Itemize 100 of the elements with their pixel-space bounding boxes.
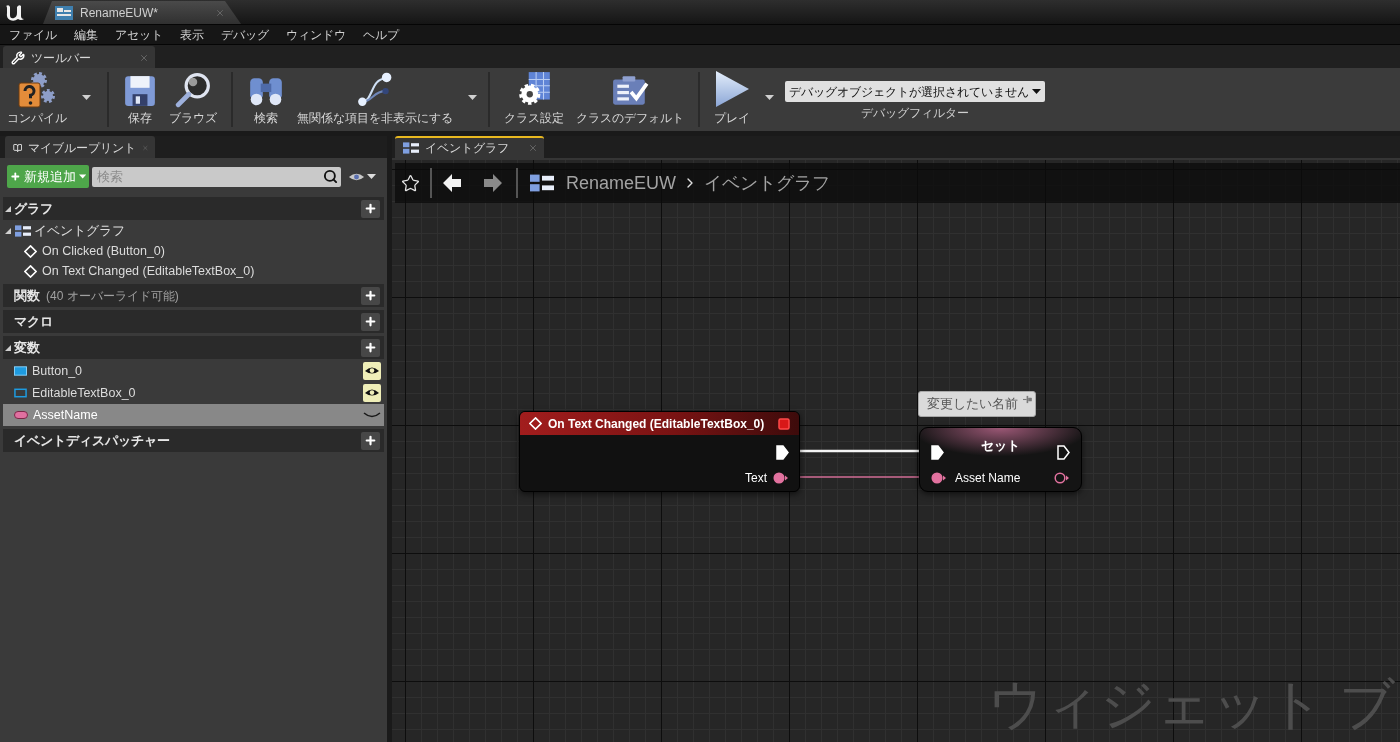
toolbar-button[interactable]: 保存	[118, 68, 162, 131]
eye-icon	[348, 171, 365, 182]
data-pin-icon[interactable]	[1054, 472, 1070, 484]
section-header[interactable]: イベントディスパッチャー	[3, 429, 384, 452]
node-title: セット	[980, 437, 1021, 455]
delegate-pin-icon[interactable]	[778, 417, 790, 430]
section-header[interactable]: マクロ	[3, 310, 384, 333]
breadcrumb-link[interactable]: イベントグラフ	[704, 169, 831, 197]
exec-pin-icon[interactable]	[776, 444, 789, 460]
eye-icon[interactable]	[363, 384, 381, 402]
arrow-right-icon	[484, 173, 502, 193]
arrow-left-icon	[443, 173, 461, 193]
menu-item[interactable]: 編集	[74, 28, 98, 41]
toolbar-button[interactable]: プレイ	[709, 68, 755, 131]
back-button[interactable]	[441, 172, 463, 194]
add-item-button[interactable]	[361, 199, 380, 218]
eye-icon[interactable]	[363, 362, 381, 380]
magnifier-icon	[175, 72, 211, 108]
comment-text: 変更したい名前	[927, 395, 1018, 414]
toolbar-button[interactable]: クラス設定	[499, 68, 569, 131]
set-node[interactable]: セット Asset Name	[919, 427, 1082, 492]
toolbar-button[interactable]: クラスのデフォルト	[571, 68, 689, 131]
expanded-arrow-icon[interactable]	[5, 344, 11, 351]
book-icon	[13, 141, 23, 155]
forward-button[interactable]	[482, 172, 504, 194]
panel-tab[interactable]: ツールバー	[3, 46, 155, 68]
toolbar-button[interactable]: コンパイル	[2, 68, 72, 131]
tree-item[interactable]: On Text Changed (EditableTextBox_0)	[3, 261, 384, 281]
tree-item[interactable]: On Clicked (Button_0)	[3, 241, 384, 261]
pin-label: Text	[745, 470, 767, 487]
pushpin-icon[interactable]	[1023, 395, 1032, 404]
caret-icon	[1032, 89, 1041, 94]
variable-item[interactable]: EditableTextBox_0	[3, 382, 384, 404]
section-header[interactable]: 変数	[3, 336, 384, 359]
outlined-rectangle-icon	[14, 388, 27, 398]
data-pin-icon[interactable]	[931, 472, 947, 484]
menu-item[interactable]: 表示	[180, 28, 204, 41]
tree-item[interactable]: イベントグラフ	[3, 221, 384, 241]
graph-icon	[403, 142, 419, 154]
add-item-button[interactable]	[361, 338, 380, 357]
expanded-arrow-icon[interactable]	[5, 205, 11, 212]
debug-filter-label: デバッグフィルター	[861, 105, 969, 122]
exec-pin-icon[interactable]	[1057, 444, 1070, 460]
expanded-arrow-icon[interactable]	[5, 228, 11, 234]
breadcrumb-link[interactable]: RenameEUW	[566, 169, 677, 197]
panel-tab[interactable]: イベントグラフ	[395, 136, 544, 158]
menu-item[interactable]: デバッグ	[221, 28, 269, 41]
plus-icon	[364, 341, 377, 354]
node-curve-icon	[356, 70, 394, 108]
add-item-button[interactable]	[361, 431, 380, 450]
view-options-button[interactable]	[348, 171, 376, 182]
gears-question-icon	[17, 70, 57, 108]
section-title: グラフ	[14, 199, 53, 218]
clipboard-check-icon	[611, 74, 649, 108]
wrench-icon	[11, 51, 25, 65]
section-title: 変数	[14, 338, 40, 357]
plus-icon	[364, 289, 377, 302]
variable-item[interactable]: AssetName	[3, 404, 384, 426]
add-item-button[interactable]	[361, 312, 380, 331]
panel-tab[interactable]: マイブループリント	[5, 136, 155, 158]
section-header[interactable]: グラフ	[3, 197, 384, 220]
search-icon[interactable]	[323, 168, 338, 184]
menu-item[interactable]: ウィンドウ	[286, 28, 346, 41]
event-node[interactable]: On Text Changed (EditableTextBox_0) Text	[519, 411, 800, 492]
data-pin-icon[interactable]	[773, 472, 789, 484]
debug-object-dropdown[interactable]: デバッグオブジェクトが選択されていません	[785, 81, 1045, 102]
graph-icon	[15, 225, 31, 237]
star-icon	[400, 173, 420, 193]
comment-bubble[interactable]: 変更したい名前	[918, 391, 1036, 417]
search-field[interactable]: 検索	[92, 166, 341, 187]
menu-item[interactable]: ヘルプ	[363, 28, 399, 41]
caret-icon	[82, 95, 91, 100]
menu-item[interactable]: ファイル	[9, 28, 57, 41]
event-diamond-icon	[529, 417, 542, 430]
event-diamond-icon	[24, 264, 37, 278]
toolbar-dropdown-button[interactable]	[466, 95, 479, 100]
favorite-button[interactable]	[399, 172, 421, 194]
caret-icon	[468, 95, 477, 100]
toolbar-button[interactable]: 無関係な項目を非表示にする	[292, 68, 458, 131]
toolbar-button[interactable]: 検索	[242, 68, 290, 131]
toolbar-dropdown-button[interactable]	[80, 95, 93, 100]
add-item-button[interactable]	[361, 286, 380, 305]
toolbar-dropdown-button[interactable]	[763, 95, 776, 100]
plus-icon	[364, 315, 377, 328]
document-tab[interactable]: RenameEUW*	[43, 1, 241, 24]
menu-item[interactable]: アセット	[115, 28, 163, 41]
caret-icon	[367, 174, 376, 179]
exec-pin-icon[interactable]	[931, 444, 944, 460]
section-note: (40 オーバーライド可能)	[46, 287, 179, 305]
pill-icon	[14, 411, 28, 419]
section-title: マクロ	[14, 312, 53, 331]
toolbar-button[interactable]: ブラウズ	[164, 68, 222, 131]
plus-icon	[10, 170, 21, 183]
variable-item[interactable]: Button_0	[3, 360, 384, 382]
app-logo-icon	[4, 2, 26, 22]
graph-icon	[530, 174, 554, 192]
section-title: イベントディスパッチャー	[14, 431, 170, 450]
section-header[interactable]: 関数 (40 オーバーライド可能)	[3, 284, 384, 307]
play-icon	[714, 70, 750, 108]
closed-eye-icon[interactable]	[363, 411, 381, 419]
